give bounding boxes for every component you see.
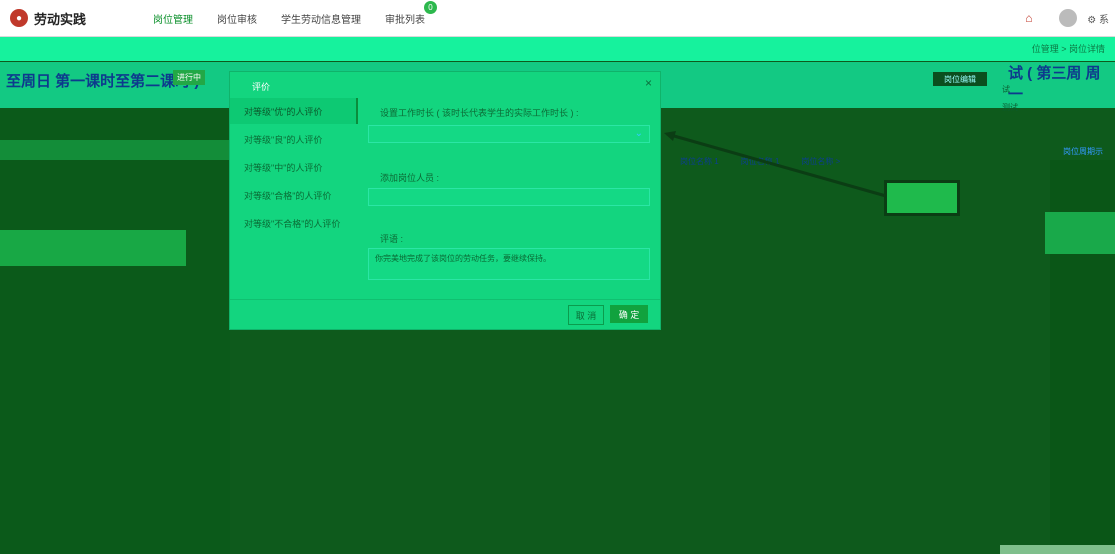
table-header [0,140,230,160]
cancel-button[interactable]: 取 消 [568,305,604,325]
right-subtitle-2: 测试 [1002,103,1018,112]
modal-title: 评价 [252,82,271,92]
screen: ● 劳动实践 岗位管理 岗位审核 学生劳动信息管理 审批列表 0 ⌂ ⚙ 系 位… [0,0,1115,554]
confirm-button[interactable]: 确 定 [610,305,648,323]
page-title: 至周日 第一课时至第二课时 ) [6,73,200,90]
nav-item-position-management[interactable]: 岗位管理 [153,11,193,26]
chevron-down-icon: ⌄ [634,128,643,139]
nav-item-approval-label: 审批列表 [385,14,425,26]
comment-textarea[interactable]: 你完美地完成了该岗位的劳动任务，要继续保持。 [368,248,650,280]
user-avatar[interactable] [1059,9,1078,27]
nav-item-approval-list[interactable]: 审批列表 0 [385,0,437,26]
nav-item-position-review[interactable]: 岗位审核 [217,11,257,26]
grade-item-pass[interactable]: 对等级"合格"的人评价 [230,182,358,208]
right-title: 试 ( 第三周 周一 [1008,65,1101,103]
school-logo-icon: ● [10,9,28,27]
settings-label: 系 [1099,14,1109,26]
position-tab[interactable]: 岗位名称 1 [680,156,719,167]
position-tab[interactable]: 岗位名称 > [801,156,840,167]
breadcrumb-bar [0,37,1115,61]
highlighted-row[interactable] [0,230,186,266]
grade-item-excellent[interactable]: 对等级"优"的人评价 [230,98,358,124]
right-subtitle-1: 试 [1002,85,1010,94]
left-panel [0,108,230,554]
annotated-target-box[interactable] [884,180,960,216]
position-cycle-link[interactable]: 岗位周期示 [1063,146,1103,157]
grade-item-fail[interactable]: 对等级"不合格"的人评价 [230,210,358,236]
add-people-label: 添加岗位人员 : [380,173,440,183]
work-time-select[interactable]: ⌄ [368,125,650,143]
right-highlight-row[interactable] [1045,212,1115,254]
position-tab[interactable]: 岗位名称 1 [741,156,780,167]
nav-item-student-labor-info[interactable]: 学生劳动信息管理 [281,11,361,26]
edit-position-button[interactable]: 岗位编辑 [933,72,987,86]
grade-item-good[interactable]: 对等级"良"的人评价 [230,126,358,152]
work-time-label: 设置工作时长 ( 该时长代表学生的实际工作时长 ) : [380,108,579,118]
grade-item-medium[interactable]: 对等级"中"的人评价 [230,154,358,180]
bottom-strip [1000,545,1115,554]
modal-footer: 取 消 确 定 [230,299,660,330]
evaluation-modal: 评价 × 对等级"优"的人评价 对等级"良"的人评价 对等级"中"的人评价 对等… [230,72,660,329]
brand[interactable]: ● 劳动实践 [10,9,130,28]
approval-count-badge: 0 [424,0,437,14]
grade-menu: 对等级"优"的人评价 对等级"良"的人评价 对等级"中"的人评价 对等级"合格"… [230,96,358,299]
position-tabs: 岗位名称 1 岗位名称 1 岗位名称 > [680,156,840,167]
settings-button[interactable]: ⚙ 系 [1087,11,1109,26]
app-title: 劳动实践 [34,11,87,27]
main-nav: 岗位管理 岗位审核 学生劳动信息管理 审批列表 0 [153,0,449,36]
modal-header: 评价 × [230,72,660,96]
notification-icon[interactable]: ⌂ [1025,11,1039,25]
modal-form: 设置工作时长 ( 该时长代表学生的实际工作时长 ) : ⌄ 添加岗位人员 : 评… [358,96,660,299]
add-people-input[interactable] [368,188,650,206]
top-navbar: ● 劳动实践 岗位管理 岗位审核 学生劳动信息管理 审批列表 0 ⌂ ⚙ 系 [0,0,1115,37]
gear-icon: ⚙ [1087,14,1097,26]
status-badge: 进行中 [173,70,205,85]
close-icon[interactable]: × [645,76,652,90]
header-right: ⌂ ⚙ 系 [1025,0,1115,36]
comment-label: 评语 : [380,234,404,244]
breadcrumb[interactable]: 位管理 > 岗位详情 [1032,42,1105,55]
